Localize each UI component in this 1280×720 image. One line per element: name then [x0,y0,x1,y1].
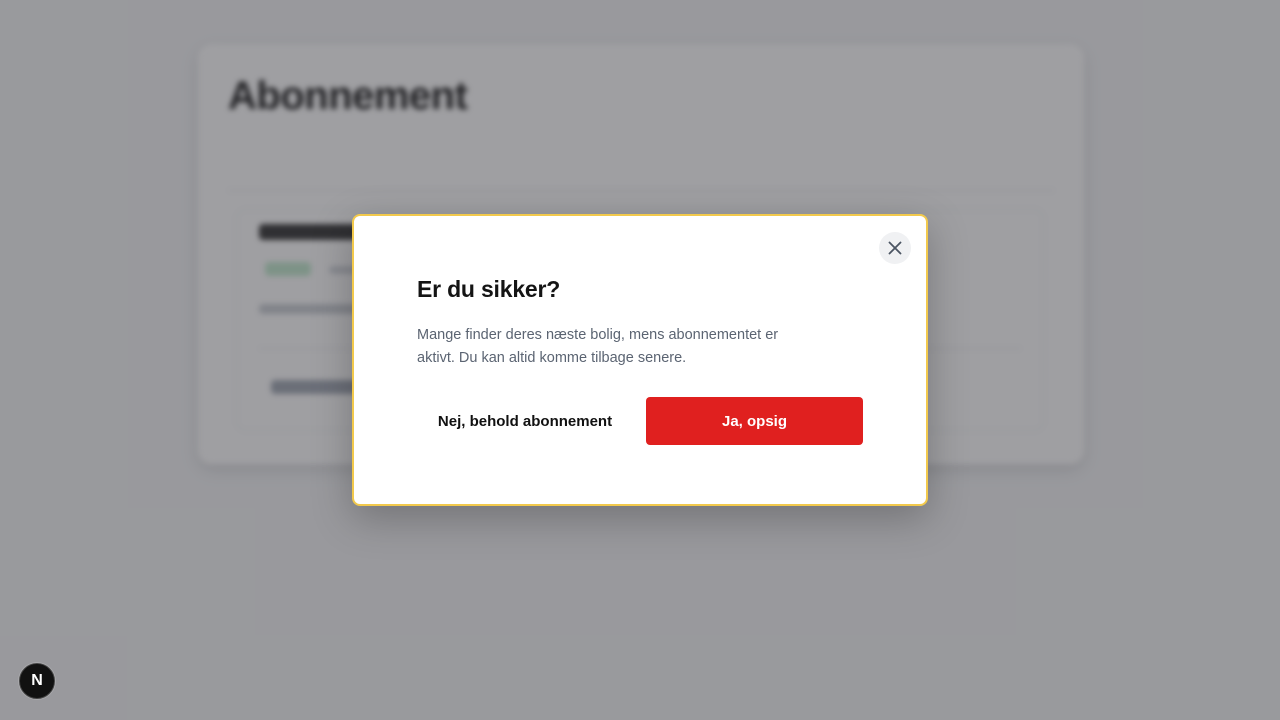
close-icon [888,241,902,255]
close-button[interactable] [879,232,911,264]
confirm-dialog: Er du sikker? Mange finder deres næste b… [352,214,928,506]
dev-badge-letter: N [31,672,43,689]
confirm-cancel-button[interactable]: Ja, opsig [646,397,863,445]
dialog-title: Er du sikker? [417,276,561,302]
keep-subscription-button[interactable]: Nej, behold abonnement [417,397,633,445]
dev-tools-badge[interactable]: N [19,663,55,699]
dialog-message: Mange finder deres næste bolig, mens abo… [417,327,779,366]
